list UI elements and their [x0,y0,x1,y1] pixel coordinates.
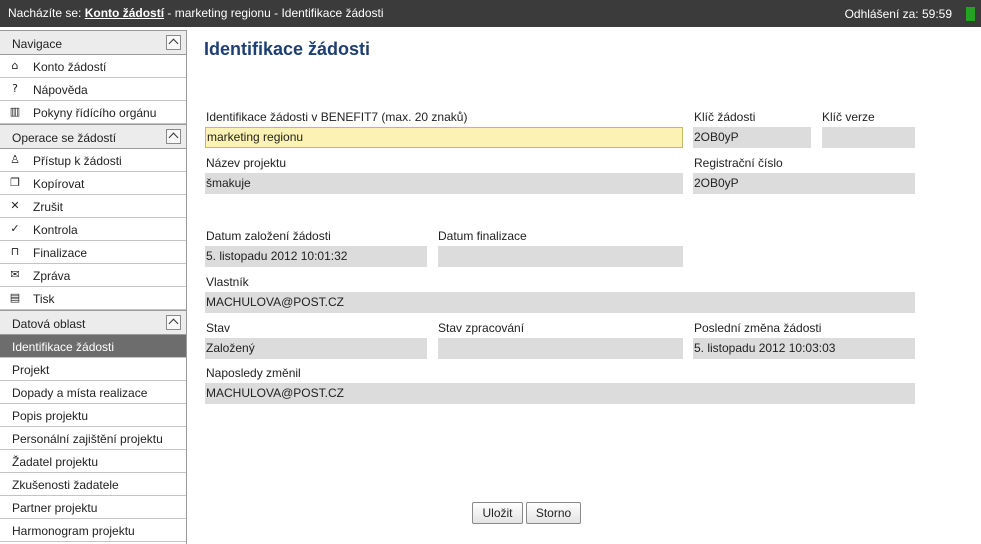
collapse-datova-button[interactable] [166,315,181,330]
sidebar-item-label: Zpráva [33,269,71,283]
identifikace-input[interactable]: marketing regionu [205,127,683,148]
sidebar-item-label: Dopady a místa realizace [12,386,148,400]
sidebar-item-label: Tisk [33,292,55,306]
sidebar-item-konto-zadosti[interactable]: ⌂ Konto žádostí [0,55,186,78]
naposledy-zmenil-label: Naposledy změnil [206,366,301,380]
breadcrumb-prefix: Nacházíte se: [8,6,82,20]
datum-zalozeni-value: 5. listopadu 2012 10:01:32 [205,246,427,267]
sidebar-item-label: Popis projektu [12,409,89,423]
stav-zpracovani-label: Stav zpracování [438,321,525,335]
sidebar-item-harmonogram[interactable]: Harmonogram projektu [0,519,186,542]
sidebar-item-label: Zrušit [33,200,63,214]
sidebar-item-label: Kopírovat [33,177,85,191]
session-status-indicator [966,7,975,21]
klic-verze-value [822,127,915,148]
sidebar-item-zkusenosti[interactable]: Zkušenosti žadatele [0,473,186,496]
section-header-operace: Operace se žádostí [0,124,186,149]
registracni-cislo-value: 2OB0yP [693,173,915,194]
cross-icon: ✕ [10,199,20,212]
print-icon: ▤ [9,291,21,304]
sidebar-item-projekt[interactable]: Projekt [0,358,186,381]
sidebar-item-zadatel[interactable]: Žadatel projektu [0,450,186,473]
sidebar: Navigace ⌂ Konto žádostí ? Nápověda ▥ Po… [0,30,187,544]
copy-icon: ❐ [10,176,20,189]
sidebar-item-finalizace[interactable]: ⊓ Finalizace [0,241,186,264]
help-icon: ? [12,82,18,95]
save-button[interactable]: Uložit [472,502,523,524]
nazev-projektu-label: Název projektu [206,156,287,170]
posledni-zmena-value: 5. listopadu 2012 10:03:03 [693,338,915,359]
sidebar-item-tisk[interactable]: ▤ Tisk [0,287,186,310]
sidebar-item-label: Finalizace [33,246,88,260]
top-bar: Nacházíte se: Konto žádostí - marketing … [0,0,981,27]
stav-label: Stav [206,321,231,335]
sidebar-item-zprava[interactable]: ✉ Zpráva [0,264,186,287]
section-title: Operace se žádostí [12,131,117,145]
session-time: 59:59 [921,7,952,21]
sidebar-item-label: Projekt [12,363,50,377]
klic-verze-label: Klíč verze [822,110,875,124]
identifikace-label: Identifikace žádosti v BENEFIT7 (max. 20… [206,110,468,124]
sidebar-item-kontrola[interactable]: ✓ Kontrola [0,218,186,241]
datum-zalozeni-label: Datum založení žádosti [206,229,331,243]
sidebar-item-label: Přístup k žádosti [33,154,122,168]
stav-value: Založený [205,338,427,359]
sidebar-item-label: Nápověda [33,83,88,97]
sidebar-item-label: Zkušenosti žadatele [12,478,119,492]
registracni-cislo-label: Registrační číslo [694,156,783,170]
section-title: Navigace [12,37,63,51]
section-title: Datová oblast [12,317,86,331]
sidebar-item-zrusit[interactable]: ✕ Zrušit [0,195,186,218]
main-content: Identifikace žádosti Identifikace žádost… [188,30,981,544]
vlastnik-value: MACHULOVA@POST.CZ [205,292,915,313]
sidebar-item-label: Personální zajištění projektu [12,432,163,446]
stav-zpracovani-value [438,338,683,359]
check-icon: ✓ [10,222,20,235]
sidebar-item-popis-projektu[interactable]: Popis projektu [0,404,186,427]
klic-zadosti-label: Klíč žádosti [694,110,756,124]
vlastnik-label: Vlastník [206,275,249,289]
user-icon: ♙ [10,153,20,166]
sidebar-item-label: Partner projektu [12,501,98,515]
section-header-datova-oblast: Datová oblast [0,310,186,335]
sidebar-item-pristup[interactable]: ♙ Přístup k žádosti [0,149,186,172]
sidebar-item-identifikace-zadosti[interactable]: Identifikace žádosti [0,335,186,358]
sidebar-item-kopirovat[interactable]: ❐ Kopírovat [0,172,186,195]
envelope-icon: ✉ [10,268,20,281]
sidebar-item-label: Kontrola [33,223,78,237]
breadcrumb: Nacházíte se: Konto žádostí - marketing … [8,6,384,20]
lock-icon: ⊓ [10,245,20,258]
session-label: Odhlášení za: [844,7,919,21]
sidebar-item-label: Žadatel projektu [12,455,99,469]
sidebar-item-napoveda[interactable]: ? Nápověda [0,78,186,101]
sidebar-item-label: Pokyny řídícího orgánu [33,106,157,120]
session-timer: Odhlášení za: 59:59 [845,7,952,21]
sidebar-item-pokyny[interactable]: ▥ Pokyny řídícího orgánu [0,101,186,124]
klic-zadosti-value: 2OB0yP [693,127,811,148]
breadcrumb-rest: - marketing regionu - Identifikace žádos… [167,6,384,20]
sidebar-item-label: Identifikace žádosti [12,340,115,354]
sidebar-item-dopady[interactable]: Dopady a místa realizace [0,381,186,404]
sidebar-item-personalni[interactable]: Personální zajištění projektu [0,427,186,450]
nazev-projektu-value: šmakuje [205,173,683,194]
posledni-zmena-label: Poslední změna žádosti [694,321,822,335]
page-title: Identifikace žádosti [204,39,371,59]
collapse-navigace-button[interactable] [166,35,181,50]
section-header-navigace: Navigace [0,30,186,55]
sidebar-item-label: Konto žádostí [33,60,107,74]
breadcrumb-link-konto[interactable]: Konto žádostí [85,6,164,20]
datum-finalizace-label: Datum finalizace [438,229,527,243]
collapse-operace-button[interactable] [166,129,181,144]
cancel-button[interactable]: Storno [526,502,581,524]
sidebar-item-label: Harmonogram projektu [12,524,135,538]
naposledy-zmenil-value: MACHULOVA@POST.CZ [205,383,915,404]
sidebar-item-partner[interactable]: Partner projektu [0,496,186,519]
home-icon: ⌂ [11,59,19,72]
book-icon: ▥ [9,105,21,118]
datum-finalizace-value [438,246,683,267]
